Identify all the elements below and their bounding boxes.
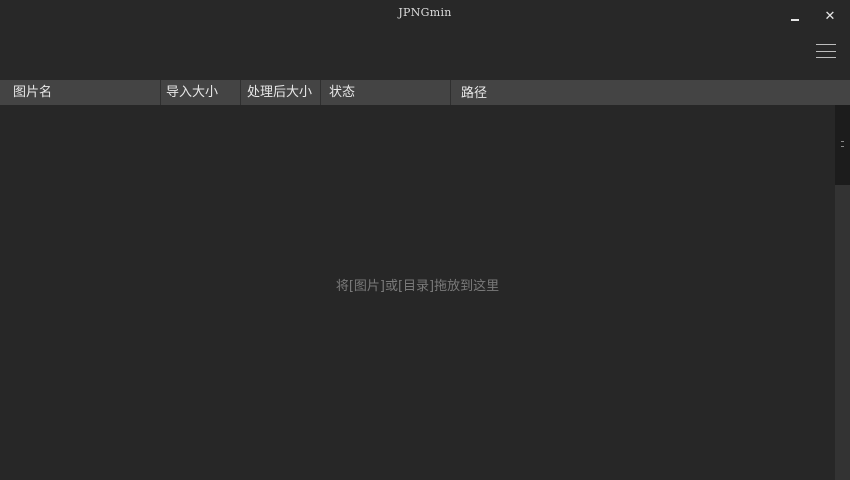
column-header-input-size[interactable]: 导入大小 xyxy=(160,80,240,105)
column-header-status[interactable]: 状态 xyxy=(320,80,450,105)
drop-hint-text: 将[图片]或[目录]拖放到这里 xyxy=(335,279,500,294)
column-header-output-size[interactable]: 处理后大小 xyxy=(240,80,320,105)
hamburger-menu-icon-line xyxy=(816,50,836,52)
app-window: JPNGmin ✕ 图片名 导入大小 处理后大小 状态 路径 将[图片]或[目录… xyxy=(0,0,850,480)
column-header-path[interactable]: 路径 xyxy=(450,80,850,105)
title-bar[interactable]: JPNGmin ✕ xyxy=(0,0,850,80)
window-title: JPNGmin xyxy=(398,6,452,19)
close-button[interactable]: ✕ xyxy=(820,6,840,26)
hamburger-menu-icon-line xyxy=(816,57,836,58)
close-icon: ✕ xyxy=(824,8,836,24)
vertical-scrollbar[interactable] xyxy=(835,105,850,480)
file-list-drop-zone[interactable]: 将[图片]或[目录]拖放到这里 xyxy=(0,105,835,480)
minimize-icon xyxy=(791,19,799,21)
column-header-image-name[interactable]: 图片名 xyxy=(0,80,160,105)
scrollbar-thumb[interactable] xyxy=(835,105,850,185)
menu-button[interactable] xyxy=(815,42,837,60)
hamburger-menu-icon xyxy=(816,44,836,45)
minimize-button[interactable] xyxy=(785,6,805,26)
grip-icon xyxy=(841,141,844,147)
table-header: 图片名 导入大小 处理后大小 状态 路径 xyxy=(0,80,850,105)
